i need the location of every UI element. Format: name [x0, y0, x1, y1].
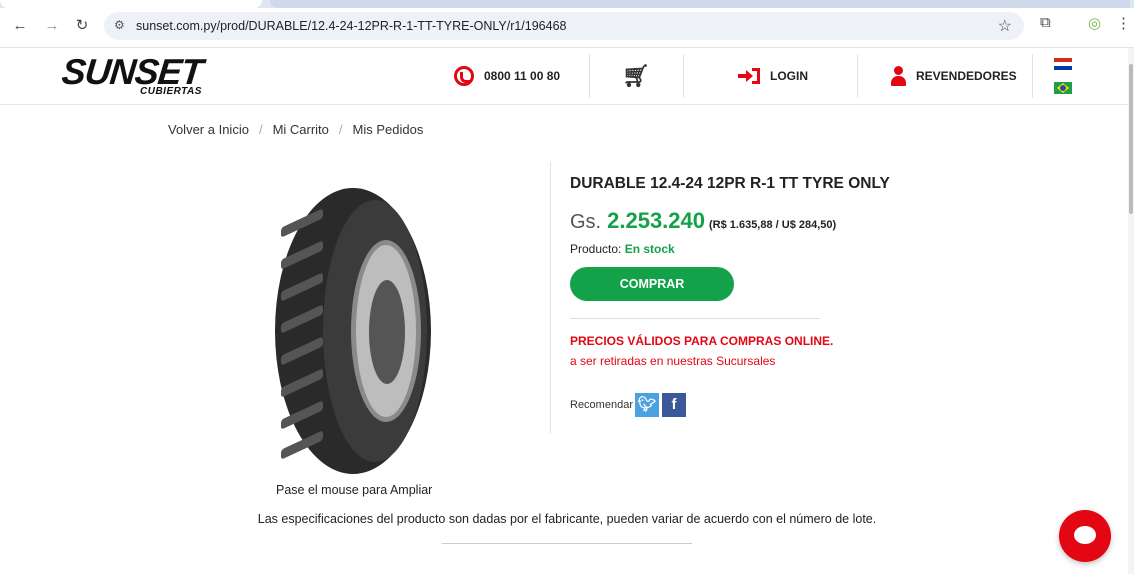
cart-icon: 🛒︎ — [622, 63, 650, 88]
tyre-hub — [369, 280, 405, 384]
login-link[interactable]: LOGIN — [738, 48, 808, 104]
site-info-icon[interactable]: ⚙ — [114, 18, 125, 32]
phone-number: 0800 11 00 80 — [484, 69, 561, 83]
phone-icon — [454, 66, 474, 86]
chat-icon[interactable] — [1059, 510, 1111, 562]
price-line: Gs. 2.253.240 (R$ 1.635,88 / U$ 284,50) — [570, 208, 836, 234]
spec-disclaimer: Las especificaciones del producto son da… — [257, 512, 877, 526]
reload-icon[interactable]: ↻ — [72, 16, 92, 36]
details-divider — [570, 318, 820, 319]
tab-strip — [0, 0, 1134, 8]
facebook-icon[interactable]: f — [661, 393, 686, 417]
twitter-icon[interactable]: 🐦︎ — [634, 393, 659, 417]
breadcrumb: Volver a Inicio / Mi Carrito / Mis Pedid… — [168, 122, 423, 137]
alt-prices: (R$ 1.635,88 / U$ 284,50) — [709, 219, 837, 231]
pickup-notice: a ser retiradas en nuestras Sucursales — [570, 354, 776, 368]
header-divider — [589, 54, 590, 98]
phone-link[interactable]: 0800 11 00 80 — [454, 48, 560, 104]
browser-toolbar: ← → ↻ ⚙ sunset.com.py/prod/DURABLE/12.4-… — [0, 0, 1134, 48]
header-divider — [1032, 54, 1033, 98]
extensions-icon[interactable]: ⧉ — [1040, 14, 1051, 31]
login-label: LOGIN — [770, 69, 808, 83]
brazil-flag-icon[interactable] — [1054, 82, 1072, 94]
header-divider — [857, 54, 858, 98]
breadcrumb-separator: / — [338, 122, 343, 137]
header-divider — [683, 54, 684, 98]
login-icon — [738, 68, 760, 84]
user-icon — [890, 66, 906, 86]
share-label: Recomendar — [570, 399, 633, 411]
page-scrollbar[interactable] — [1128, 48, 1134, 574]
bottom-divider — [442, 543, 692, 544]
forward-icon[interactable]: → — [42, 16, 62, 36]
site-header: SUNSET CUBIERTAS 0800 11 00 80 🛒︎ LOGIN … — [0, 48, 1128, 105]
stock-value: En stock — [624, 242, 675, 256]
star-icon[interactable]: ☆ — [998, 16, 1012, 36]
currency-label: Gs. — [570, 211, 602, 233]
breadcrumb-separator: / — [258, 122, 263, 137]
breadcrumb-home[interactable]: Volver a Inicio — [168, 122, 249, 137]
buy-button[interactable]: COMPRAR — [570, 267, 734, 301]
resellers-label: REVENDEDORES — [916, 69, 1017, 83]
url-text[interactable]: sunset.com.py/prod/DURABLE/12.4-24-12PR-… — [136, 19, 567, 33]
sunset-logo[interactable]: SUNSET CUBIERTAS — [59, 51, 228, 98]
online-prices-notice: PRECIOS VÁLIDOS PARA COMPRAS ONLINE. — [570, 334, 834, 348]
breadcrumb-cart[interactable]: Mi Carrito — [273, 122, 329, 137]
address-bar[interactable]: ⚙ sunset.com.py/prod/DURABLE/12.4-24-12P… — [104, 12, 1024, 40]
product-title: DURABLE 12.4-24 12PR R-1 TT TYRE ONLY — [570, 175, 890, 192]
vertical-divider — [550, 162, 551, 434]
stock-status: Producto: En stock — [570, 242, 675, 256]
paraguay-flag-icon[interactable] — [1054, 58, 1072, 70]
share-row: Recomendar 🐦︎ f — [570, 393, 686, 417]
logo-subtext: CUBIERTAS — [140, 86, 202, 97]
resellers-link[interactable]: REVENDEDORES — [890, 48, 1017, 104]
product-price: 2.253.240 — [607, 208, 705, 233]
back-icon[interactable]: ← — [10, 16, 30, 36]
product-image[interactable] — [275, 188, 431, 474]
breadcrumb-orders[interactable]: Mis Pedidos — [353, 122, 424, 137]
image-caption: Pase el mouse para Ampliar — [276, 483, 433, 497]
profile-icon[interactable]: ◎ — [1088, 14, 1101, 32]
cart-link[interactable]: 🛒︎ — [622, 48, 650, 104]
menu-icon[interactable]: ⋮ — [1116, 14, 1131, 32]
logo-word: SUNSET — [59, 51, 205, 92]
stock-label: Producto: — [570, 242, 622, 256]
